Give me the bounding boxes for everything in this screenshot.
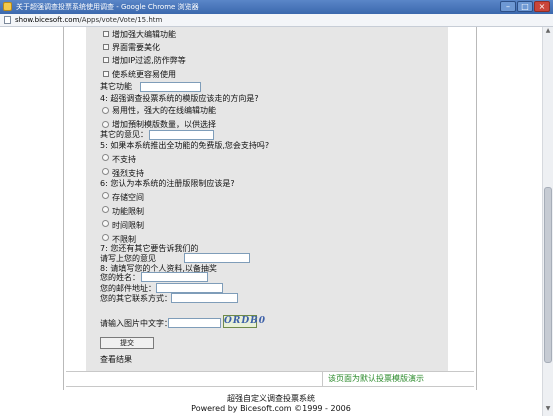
scrollbar-thumb[interactable] [544,187,552,363]
q3-checkbox-3[interactable] [103,57,109,63]
q3-checkbox-4[interactable] [103,71,109,77]
q3-option-4-label: 使系统更容易使用 [112,70,176,79]
captcha-input[interactable] [168,318,221,328]
submit-button[interactable]: 提交 [100,337,154,349]
q4-other-label: 其它的意见： [100,130,148,139]
email-label: 您的邮件地址： [100,284,156,293]
q5-option-2-label: 强烈支持 [112,169,144,178]
q4-other-input[interactable] [149,130,214,140]
email-input[interactable] [156,283,223,293]
q3-checkbox-2[interactable] [103,44,109,50]
q6-question: 6: 您认为本系统的注册版限制应该是? [100,179,235,188]
scroll-down-icon[interactable]: ▼ [544,405,552,412]
name-input[interactable] [141,272,208,282]
contact-input[interactable] [171,293,238,303]
close-button[interactable]: × [534,1,550,12]
q3-option-1-label: 增加强大编辑功能 [112,30,176,39]
survey-form: 增加强大编辑功能 界面需要美化 增加IP过滤,防作弊等 使系统更容易使用 其它功… [86,27,448,371]
page-icon [4,16,11,24]
q6-option-3-label: 时间限制 [112,221,144,230]
url-path: /Apps/vote/Vote/15.htm [79,16,163,24]
q3-other-label: 其它功能 [100,82,132,91]
q6-radio-3[interactable] [102,220,109,227]
q4-option-1-label: 易用性，强大的在线编辑功能 [112,106,216,115]
footer-divider [322,372,323,386]
q4-radio-1[interactable] [102,107,109,114]
q3-checkbox-1[interactable] [103,31,109,37]
vote-card: 增加强大编辑功能 界面需要美化 增加IP过滤,防作弊等 使系统更容易使用 其它功… [63,27,477,390]
contact-label: 您的其它联系方式： [100,294,172,303]
q5-radio-2[interactable] [102,168,109,175]
q6-radio-1[interactable] [102,192,109,199]
url-text[interactable]: show.bicesoft.com/Apps/vote/Vote/15.htm [15,16,162,24]
captcha-label: 请输入图片中文字： [100,319,172,328]
view-results-link[interactable]: 查看结果 [100,355,132,365]
q4-option-2-label: 增加預制模版数量，以供选择 [112,120,216,129]
q5-radio-1[interactable] [102,154,109,161]
q4-radio-2[interactable] [102,121,109,128]
maximize-button[interactable]: □ [517,1,533,12]
q5-question: 5: 如果本系统推出全功能的免费版,您会支持吗? [100,141,270,150]
q4-question: 4: 超强调查投票系统的模版应该走的方向是? [100,94,259,103]
q3-other-input[interactable] [140,82,201,92]
vertical-scrollbar[interactable]: ▲ ▼ [542,27,553,416]
q7-opinion-input[interactable] [184,253,250,263]
q3-option-3-label: 增加IP过滤,防作弊等 [112,56,186,65]
q6-option-1-label: 存储空间 [112,193,144,202]
window-titlebar: 关于超强调查投票系统使用调查 - Google Chrome 浏览器 – □ × [0,0,553,14]
template-footer-strip: 该页面为默认投票模版演示 [66,371,474,387]
q7-field-label: 请写上您的意见 [100,254,156,263]
window-title: 关于超强调查投票系统使用调查 - Google Chrome 浏览器 [16,3,199,11]
page-viewport: 增加强大编辑功能 界面需要美化 增加IP过滤,防作弊等 使系统更容易使用 其它功… [0,27,542,416]
template-demo-text: 该页面为默认投票模版演示 [328,374,424,383]
q6-option-2-label: 功能限制 [112,207,144,216]
q5-option-1-label: 不支持 [112,155,136,164]
scroll-up-icon[interactable]: ▲ [544,27,552,34]
app-icon [3,2,12,11]
q3-option-2-label: 界面需要美化 [112,43,160,52]
copyright-title: 超强自定义调查投票系统 [227,394,315,403]
url-host: show.bicesoft.com [15,16,80,24]
address-bar[interactable]: show.bicesoft.com/Apps/vote/Vote/15.htm [0,14,553,27]
q6-radio-4[interactable] [102,234,109,241]
minimize-button[interactable]: – [500,1,516,12]
copyright-powered-by: Powered by Bicesoft.com ©1999 - 2006 [191,404,351,413]
q6-radio-2[interactable] [102,206,109,213]
name-label: 您的姓名： [100,273,140,282]
captcha-image[interactable]: ORDB0 [223,315,265,328]
